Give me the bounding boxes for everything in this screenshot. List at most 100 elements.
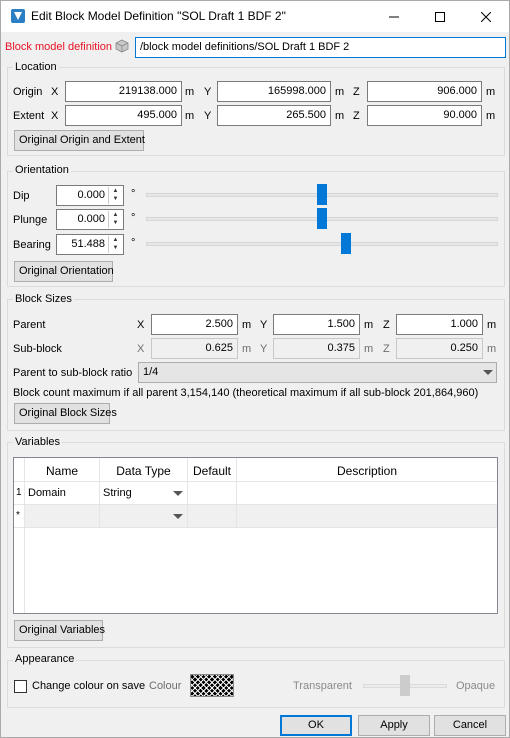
original-variables-button[interactable]: Original Variables bbox=[14, 620, 105, 641]
chevron-down-icon[interactable] bbox=[173, 491, 183, 496]
column-header-name[interactable]: Name bbox=[25, 458, 100, 482]
minimize-icon bbox=[389, 16, 399, 17]
parent-y-field[interactable]: 1.500 bbox=[273, 314, 360, 335]
column-header-default[interactable]: Default bbox=[188, 458, 237, 482]
origin-z-axis: Z bbox=[353, 86, 360, 98]
subblock-z-axis: Z bbox=[383, 343, 390, 355]
column-header-description[interactable]: Description bbox=[237, 458, 497, 482]
change-colour-checkbox[interactable] bbox=[14, 680, 27, 693]
spin-up-icon[interactable]: ▲ bbox=[109, 236, 122, 244]
extent-z-axis: Z bbox=[353, 110, 360, 122]
chevron-down-icon[interactable] bbox=[483, 370, 493, 375]
parent-x-unit: m bbox=[242, 319, 252, 331]
extent-label: Extent bbox=[13, 110, 45, 122]
bearing-value: 51.488 bbox=[71, 238, 105, 250]
subblock-y-field: 0.375 bbox=[273, 338, 360, 359]
ratio-select[interactable]: 1/4 bbox=[138, 362, 497, 383]
plunge-stepper[interactable]: ▲ ▼ bbox=[108, 211, 122, 228]
column-header-data-type[interactable]: Data Type bbox=[100, 458, 188, 482]
ok-button[interactable]: OK bbox=[280, 715, 352, 736]
dialog-window: Edit Block Model Definition "SOL Draft 1… bbox=[0, 0, 510, 738]
spin-up-icon[interactable]: ▲ bbox=[109, 187, 122, 195]
plunge-spinbox[interactable]: 0.000 ▲ ▼ bbox=[56, 209, 124, 230]
minimize-button[interactable] bbox=[371, 1, 417, 32]
origin-y-axis: Y bbox=[204, 86, 212, 98]
subblock-y-axis: Y bbox=[260, 343, 268, 355]
appearance-title: Appearance bbox=[13, 653, 77, 665]
block-count-text: Block count maximum if all parent 3,154,… bbox=[13, 387, 479, 399]
new-row-header[interactable]: * bbox=[14, 505, 25, 528]
cell-name[interactable]: Domain bbox=[25, 482, 100, 505]
original-block-sizes-button[interactable]: Original Block Sizes bbox=[14, 403, 117, 424]
definition-label: Block model definition bbox=[5, 41, 113, 53]
dip-label: Dip bbox=[13, 190, 30, 202]
parent-z-field[interactable]: 1.000 bbox=[396, 314, 483, 335]
origin-z-field[interactable]: 906.000 bbox=[367, 81, 482, 102]
extent-y-field[interactable]: 265.500 bbox=[217, 105, 331, 126]
colour-label: Colour bbox=[149, 680, 182, 692]
extent-x-unit: m bbox=[185, 110, 195, 122]
maximize-button[interactable] bbox=[417, 1, 463, 32]
colour-swatch bbox=[190, 674, 234, 697]
original-origin-extent-button[interactable]: Original Origin and Extent bbox=[14, 130, 145, 151]
origin-y-field[interactable]: 165998.000 bbox=[217, 81, 331, 102]
variables-title: Variables bbox=[13, 436, 63, 448]
chevron-down-icon[interactable] bbox=[173, 514, 183, 519]
spin-down-icon[interactable]: ▼ bbox=[109, 195, 122, 203]
bearing-stepper[interactable]: ▲ ▼ bbox=[108, 236, 122, 253]
parent-x-axis: X bbox=[137, 319, 145, 331]
parent-y-axis: Y bbox=[260, 319, 268, 331]
subblock-z-unit: m bbox=[487, 343, 497, 355]
origin-x-field[interactable]: 219138.000 bbox=[65, 81, 182, 102]
close-button[interactable] bbox=[463, 1, 509, 32]
extent-z-unit: m bbox=[486, 110, 496, 122]
subblock-y-unit: m bbox=[364, 343, 374, 355]
subblock-z-field: 0.250 bbox=[396, 338, 483, 359]
subblock-x-unit: m bbox=[242, 343, 252, 355]
original-orientation-button[interactable]: Original Orientation bbox=[14, 261, 114, 282]
maximize-icon bbox=[435, 11, 445, 22]
orientation-title: Orientation bbox=[13, 164, 71, 176]
spin-up-icon[interactable]: ▲ bbox=[109, 211, 122, 219]
bearing-slider-track[interactable] bbox=[146, 242, 498, 246]
opacity-slider-thumb bbox=[400, 675, 410, 696]
bearing-degree: ° bbox=[131, 237, 136, 249]
parent-x-field[interactable]: 2.500 bbox=[151, 314, 238, 335]
parent-z-axis: Z bbox=[383, 319, 390, 331]
transparent-label: Transparent bbox=[293, 680, 352, 692]
new-cell-name[interactable] bbox=[25, 505, 100, 528]
apply-button[interactable]: Apply bbox=[358, 715, 430, 736]
parent-label: Parent bbox=[13, 319, 46, 331]
origin-x-axis: X bbox=[51, 86, 59, 98]
subblock-label: Sub-block bbox=[13, 343, 62, 355]
definition-path-field[interactable]: /block model definitions/SOL Draft 1 BDF… bbox=[135, 37, 506, 58]
spin-down-icon[interactable]: ▼ bbox=[109, 219, 122, 227]
extent-z-field[interactable]: 90.000 bbox=[367, 105, 482, 126]
cell-default[interactable] bbox=[188, 482, 237, 505]
extent-x-field[interactable]: 495.000 bbox=[65, 105, 182, 126]
dip-slider-thumb[interactable] bbox=[317, 184, 327, 205]
variables-table: Name Data Type Default Description 1 Dom… bbox=[13, 457, 498, 614]
window-title: Edit Block Model Definition "SOL Draft 1… bbox=[31, 9, 286, 23]
bearing-spinbox[interactable]: 51.488 ▲ ▼ bbox=[56, 234, 124, 255]
extent-y-axis: Y bbox=[204, 110, 212, 122]
cancel-button[interactable]: Cancel bbox=[434, 715, 506, 736]
block-model-icon bbox=[115, 39, 129, 53]
plunge-slider-thumb[interactable] bbox=[317, 208, 327, 229]
extent-y-unit: m bbox=[335, 110, 345, 122]
spin-down-icon[interactable]: ▼ bbox=[109, 244, 122, 252]
change-colour-label[interactable]: Change colour on save bbox=[32, 680, 145, 692]
new-cell-default[interactable] bbox=[188, 505, 237, 528]
origin-x-unit: m bbox=[185, 86, 195, 98]
row-header[interactable]: 1 bbox=[14, 482, 25, 505]
cell-description[interactable] bbox=[237, 482, 497, 505]
plunge-value: 0.000 bbox=[77, 213, 105, 225]
subblock-x-field: 0.625 bbox=[151, 338, 238, 359]
bearing-slider-thumb[interactable] bbox=[340, 233, 351, 254]
parent-y-unit: m bbox=[364, 319, 374, 331]
dip-spinbox[interactable]: 0.000 ▲ ▼ bbox=[56, 185, 124, 206]
location-title: Location bbox=[13, 61, 59, 73]
new-cell-description[interactable] bbox=[237, 505, 497, 528]
table-corner bbox=[14, 458, 25, 482]
dip-stepper[interactable]: ▲ ▼ bbox=[108, 187, 122, 204]
